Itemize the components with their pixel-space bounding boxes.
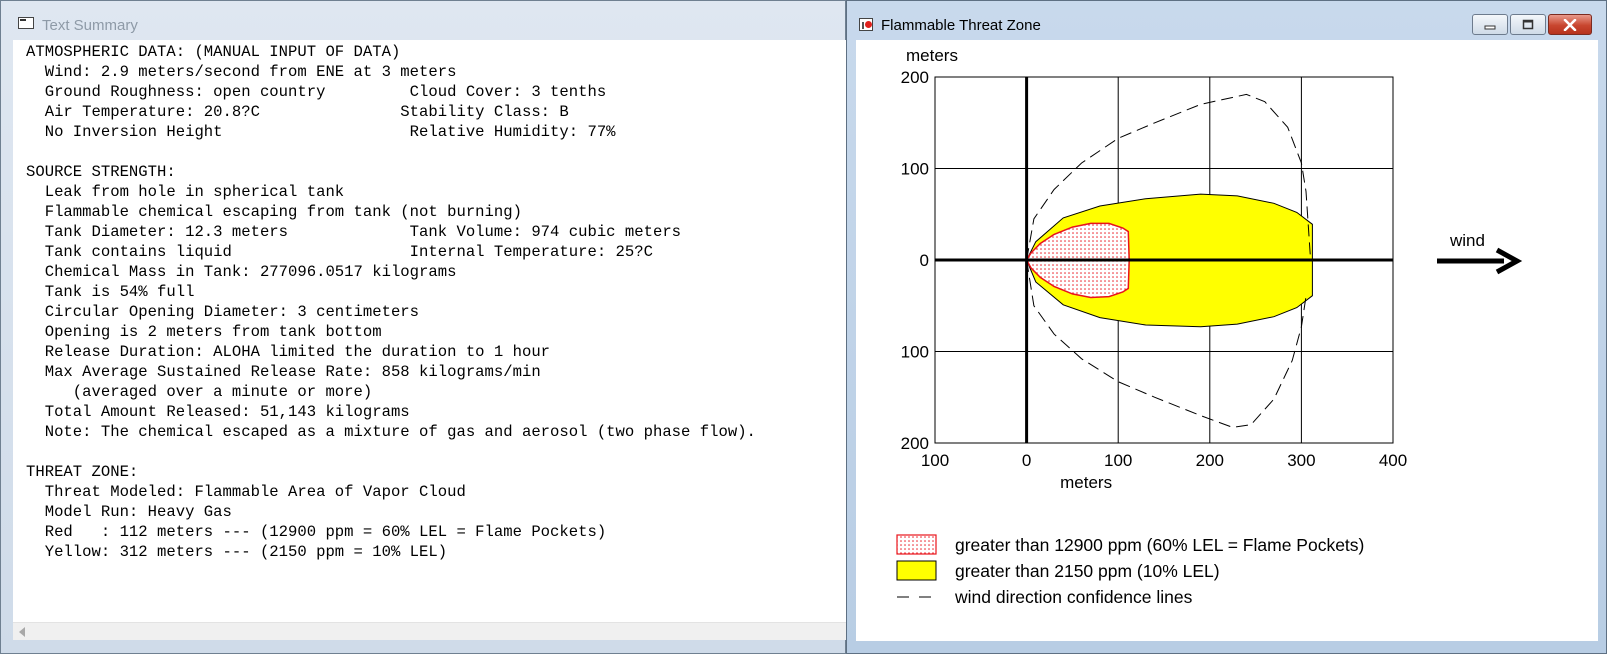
text-summary-content[interactable]: ATMOSPHERIC DATA: (MANUAL INPUT OF DATA)… xyxy=(13,40,846,639)
scroll-left-arrow-icon[interactable] xyxy=(19,627,25,637)
y-tick-label: 200 xyxy=(901,434,929,453)
text-summary-titlebar[interactable]: Text Summary xyxy=(1,1,845,39)
legend-swatch-yellow xyxy=(896,560,937,581)
y-tick-label: 200 xyxy=(901,68,929,87)
legend-label: wind direction confidence lines xyxy=(954,587,1193,607)
x-tick-label: 200 xyxy=(1196,451,1224,470)
x-tick-label: 0 xyxy=(1022,451,1031,470)
legend-label: greater than 12900 ppm (60% LEL = Flame … xyxy=(955,535,1364,555)
y-tick-label: 0 xyxy=(920,251,929,270)
x-tick-label: 100 xyxy=(921,451,949,470)
threat-zone-window: Flammable Threat Zone 100 0 100 200 300 400 20… xyxy=(846,0,1607,654)
x-axis-title: meters xyxy=(1060,473,1112,492)
y-tick-label: 100 xyxy=(901,160,929,179)
minimize-button[interactable] xyxy=(1472,14,1508,35)
y-tick-label: 100 xyxy=(901,343,929,362)
maximize-button[interactable] xyxy=(1510,14,1546,35)
horizontal-scrollbar[interactable] xyxy=(13,622,846,640)
window-app-icon xyxy=(18,17,34,29)
text-summary-title: Text Summary xyxy=(42,17,138,34)
x-tick-label: 300 xyxy=(1287,451,1315,470)
close-icon xyxy=(1563,18,1577,31)
minimize-icon xyxy=(1484,25,1496,29)
close-button[interactable] xyxy=(1548,14,1592,35)
x-tick-label: 400 xyxy=(1379,451,1407,470)
threat-zone-app-icon xyxy=(859,18,873,31)
maximize-icon xyxy=(1522,19,1534,30)
text-summary-window: Text Summary ATMOSPHERIC DATA: (MANUAL I… xyxy=(0,0,846,654)
threat-zone-chart: 100 0 100 200 300 4002001000100200metersmeter… xyxy=(896,46,1523,607)
wind-label: wind xyxy=(1449,231,1485,250)
threat-zone-content: 100 0 100 200 300 400 200 100 0 100 200 meters meter… xyxy=(856,40,1598,641)
x-tick-label: 100 xyxy=(1104,451,1132,470)
legend-swatch-red xyxy=(896,534,937,555)
threat-zone-title: Flammable Threat Zone xyxy=(881,17,1041,34)
summary-text: ATMOSPHERIC DATA: (MANUAL INPUT OF DATA)… xyxy=(26,43,756,561)
y-axis-title: meters xyxy=(906,46,958,65)
legend-label: greater than 2150 ppm (10% LEL) xyxy=(955,561,1220,581)
